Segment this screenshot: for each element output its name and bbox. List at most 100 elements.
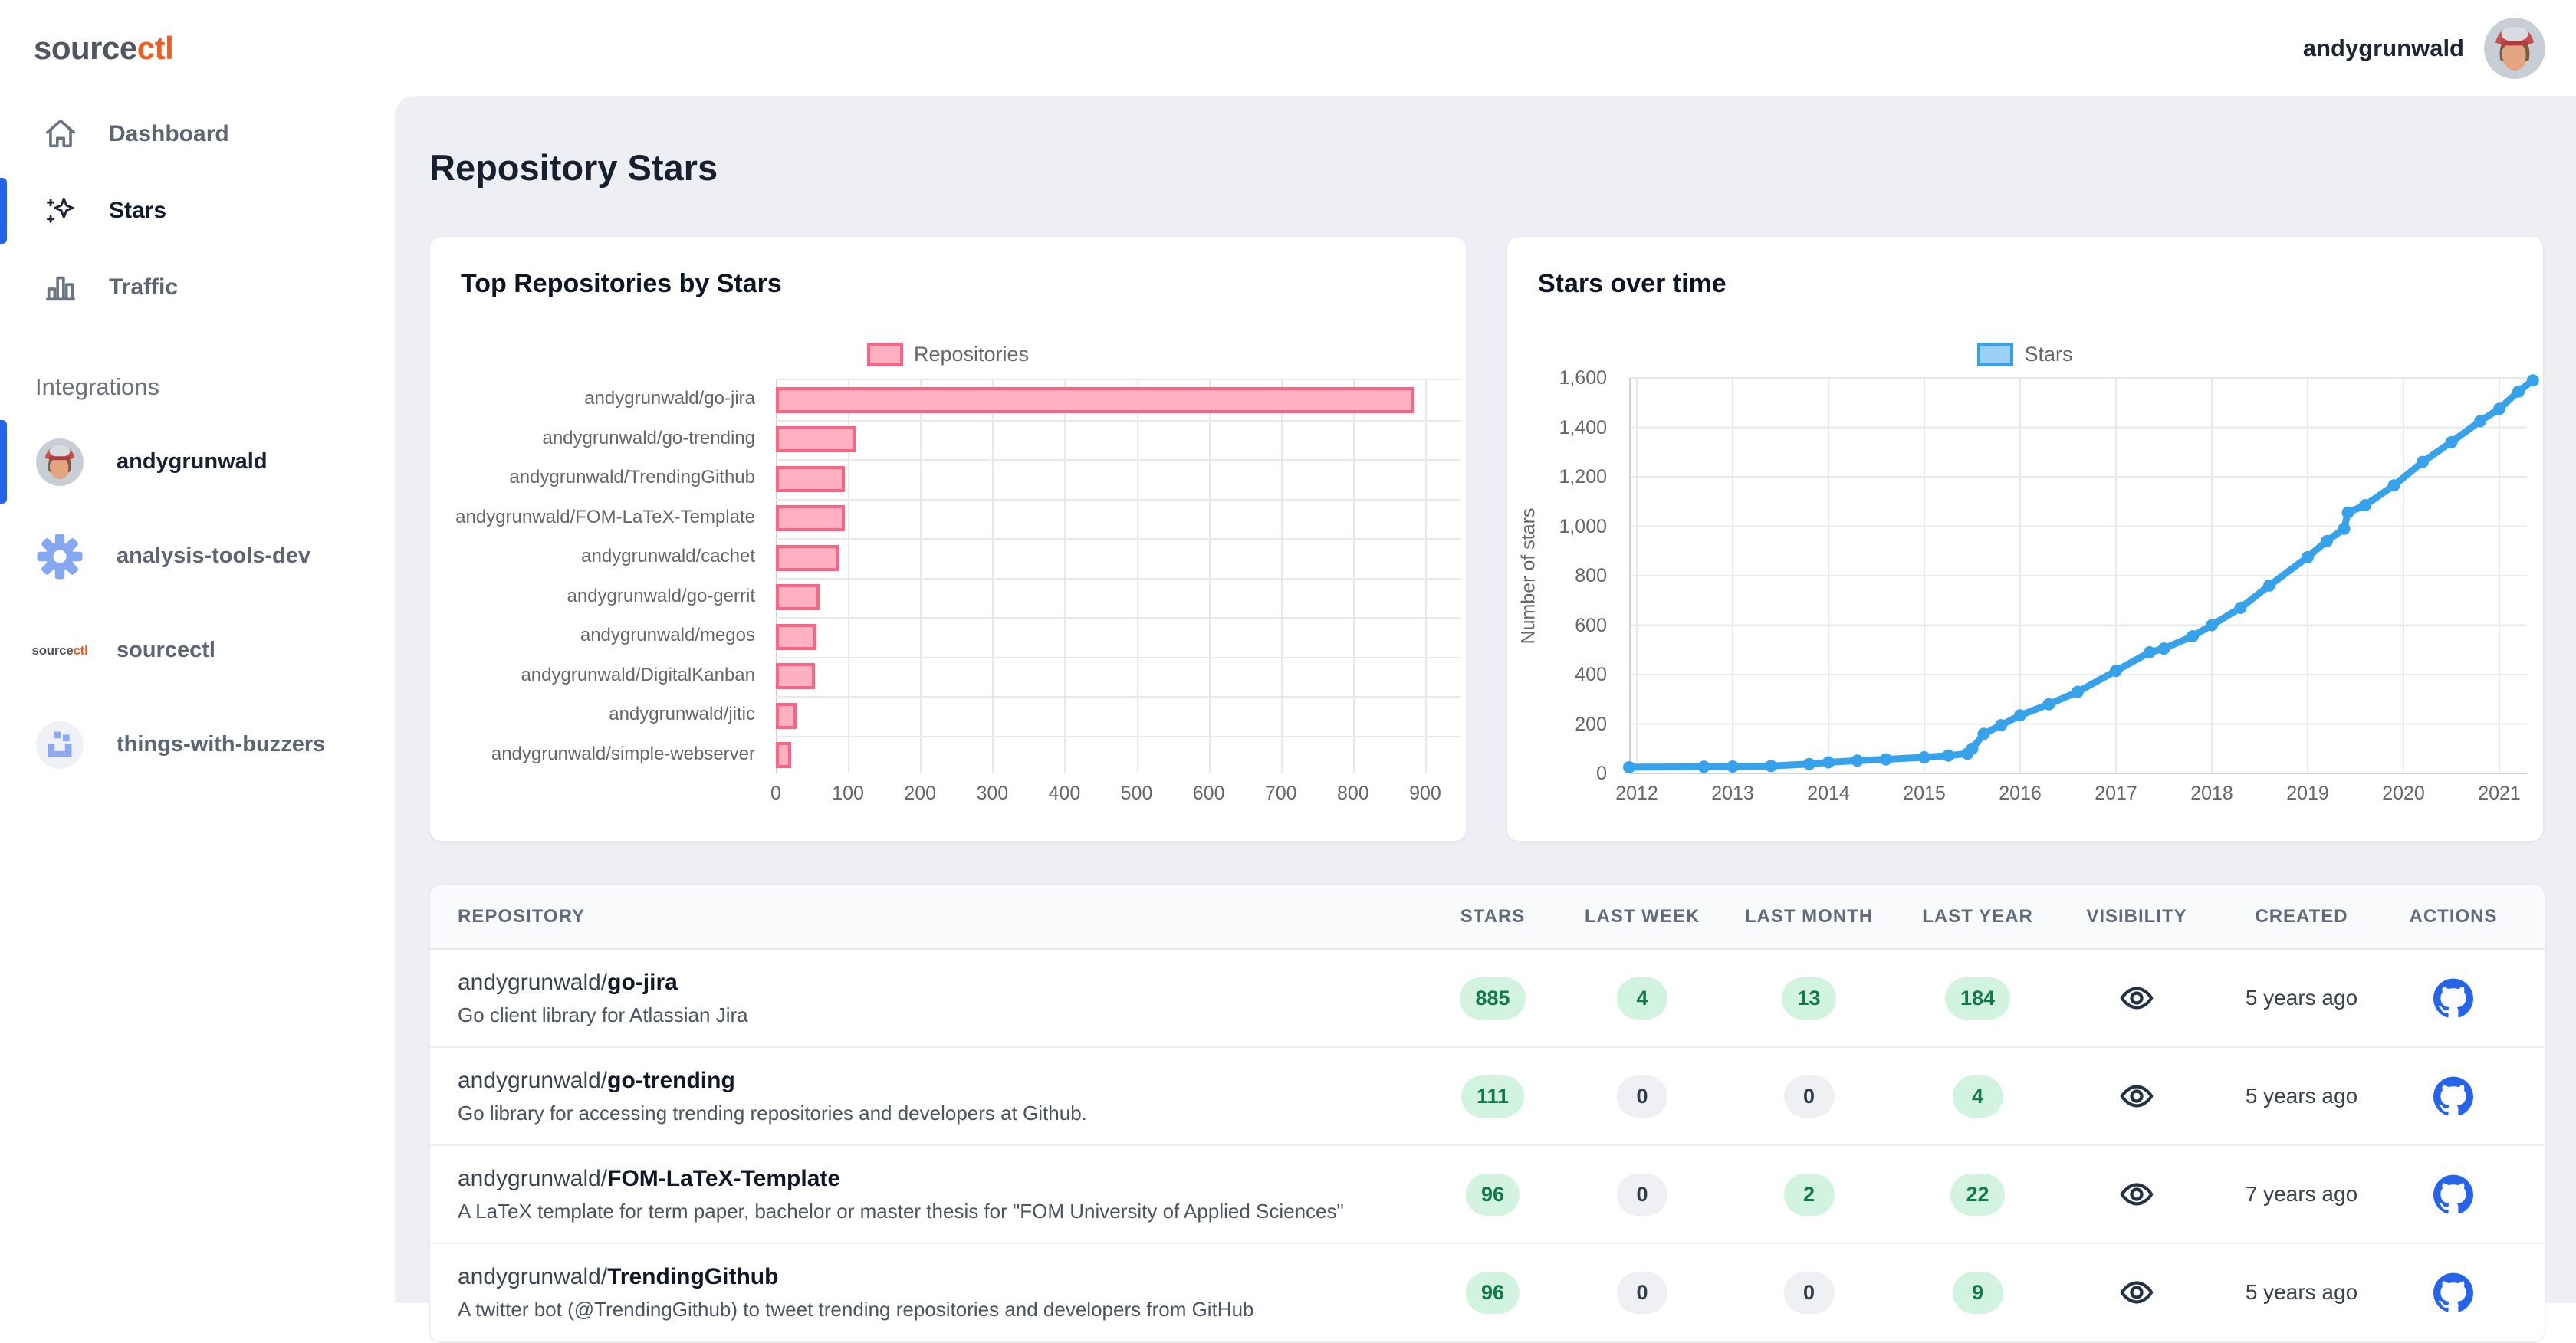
brand-text-primary: source (34, 30, 137, 66)
bar-go-jira[interactable] (776, 387, 1414, 413)
integration-item-andygrunwald[interactable]: andygrunwald (0, 415, 395, 509)
bar-jitic[interactable] (776, 703, 797, 729)
avatar-photo-icon (35, 438, 84, 487)
bar-megos[interactable] (776, 624, 816, 650)
github-icon[interactable] (2433, 978, 2473, 1018)
table-row: andygrunwald/go-jira Go client library f… (430, 950, 2545, 1048)
brand-logo[interactable]: sourcectl (34, 30, 173, 67)
bar-go-gerrit[interactable] (776, 584, 820, 610)
sidebar-item-traffic[interactable]: Traffic (0, 249, 395, 326)
bar-category-label: andygrunwald/go-trending (430, 419, 766, 458)
github-icon[interactable] (2433, 1272, 2473, 1312)
x-tick-label: 2014 (1807, 783, 1850, 805)
last-year-cell: 184 (1895, 977, 2060, 1020)
data-point (2235, 602, 2247, 614)
column-header-stars: STARS (1424, 906, 1562, 928)
data-point (2072, 686, 2084, 698)
x-tick-label: 2012 (1615, 783, 1658, 805)
last-month-cell: 0 (1723, 1272, 1895, 1314)
integration-item-sourcectl[interactable]: sourcectl sourcectl (0, 603, 395, 698)
x-tick-label: 600 (1193, 783, 1225, 805)
last-week-cell: 0 (1562, 1075, 1723, 1118)
gridline (1425, 380, 1427, 773)
legend-label: Stars (2024, 343, 2072, 366)
bar-category-label: andygrunwald/FOM-LaTeX-Template (430, 497, 766, 537)
gridline (776, 657, 1461, 658)
sidebar-item-label: Stars (109, 198, 166, 224)
legend-item-stars[interactable]: Stars (1977, 343, 2072, 366)
bar-category-label: andygrunwald/DigitalKanban (430, 655, 766, 695)
data-point (1822, 756, 1835, 768)
data-point (1803, 758, 1815, 770)
bar-TrendingGithub[interactable] (776, 466, 845, 492)
x-tick-label: 300 (976, 783, 1008, 805)
repository-description: Go library for accessing trending reposi… (458, 1102, 1424, 1125)
eye-icon (2119, 1275, 2154, 1310)
stars-cell: 111 (1424, 1075, 1562, 1118)
legend-item-repositories[interactable]: Repositories (867, 343, 1029, 366)
data-point (2263, 580, 2275, 592)
bar-DigitalKanban[interactable] (776, 663, 815, 689)
last-week-cell: 0 (1562, 1272, 1723, 1314)
data-point (2512, 386, 2525, 398)
integration-item-things-with-buzzers[interactable]: things-with-buzzers (0, 698, 395, 792)
created-cell: 5 years ago (2213, 1084, 2390, 1108)
line-chart-card: Stars over time Stars Number of stars 02… (1506, 236, 2544, 842)
last-week-cell: 4 (1562, 977, 1723, 1020)
sidebar-item-dashboard[interactable]: Dashboard (0, 96, 395, 172)
line-plot-area[interactable] (1630, 378, 2527, 773)
count-badge: 96 (1466, 1174, 1520, 1216)
integration-label: sourcectl (117, 638, 215, 663)
line-chart-legend: Stars (1507, 343, 2543, 366)
y-tick-label: 800 (1507, 565, 1619, 587)
sidebar-item-label: Dashboard (109, 121, 229, 147)
bar-go-trending[interactable] (776, 426, 856, 452)
bar-category-labels: andygrunwald/go-jiraandygrunwald/go-tren… (430, 379, 766, 773)
brand-text-accent: ctl (137, 30, 174, 66)
data-point (2206, 619, 2218, 632)
github-icon[interactable] (2433, 1076, 2473, 1116)
bar-cachet[interactable] (776, 545, 839, 571)
column-header-last-week: LAST WEEK (1562, 906, 1723, 928)
column-header-last-year: LAST YEAR (1895, 906, 2060, 928)
bar-plot-area[interactable] (776, 379, 1461, 773)
gridline (1064, 380, 1066, 773)
data-point (2110, 665, 2122, 677)
table-row: andygrunwald/TrendingGithub A twitter bo… (430, 1244, 2545, 1342)
count-badge: 22 (1950, 1174, 2004, 1216)
x-tick-label: 2013 (1711, 783, 1754, 805)
visibility-cell (2060, 1275, 2213, 1310)
data-point (2359, 499, 2371, 511)
bar-FOM-LaTeX-Template[interactable] (776, 505, 845, 531)
integration-label: things-with-buzzers (117, 732, 325, 757)
bar-simple-webserver[interactable] (776, 742, 791, 768)
repository-cell: andygrunwald/FOM-LaTeX-Template A LaTeX … (458, 1166, 1424, 1223)
sparkles-icon (43, 193, 78, 228)
x-tick-label: 200 (904, 783, 936, 805)
integrations-heading: Integrations (35, 373, 395, 401)
data-point (2043, 698, 2055, 711)
legend-swatch (1977, 343, 2013, 366)
bar-category-label: andygrunwald/simple-webserver (430, 734, 766, 774)
data-point (1942, 750, 1954, 762)
home-icon (43, 117, 78, 152)
column-header-actions: ACTIONS (2390, 906, 2517, 928)
github-icon[interactable] (2433, 1174, 2473, 1214)
user-menu[interactable]: andygrunwald (2303, 18, 2545, 79)
repository-description: Go client library for Atlassian Jira (458, 1003, 1424, 1027)
count-badge: 0 (1617, 1075, 1668, 1118)
count-badge: 9 (1953, 1272, 2003, 1314)
data-point (1727, 760, 1739, 773)
card-title: Stars over time (1538, 269, 1727, 299)
active-indicator (0, 420, 7, 504)
integration-item-analysis-tools-dev[interactable]: analysis-tools-dev (0, 509, 395, 603)
data-point (2158, 642, 2170, 655)
stars-cell: 96 (1424, 1174, 1562, 1216)
repository-cell: andygrunwald/go-trending Go library for … (458, 1068, 1424, 1125)
card-title: Top Repositories by Stars (461, 269, 782, 299)
last-month-cell: 13 (1723, 977, 1895, 1020)
sidebar-item-stars[interactable]: Stars (0, 172, 395, 249)
count-badge: 4 (1953, 1075, 2003, 1118)
gridline (1209, 380, 1211, 773)
gridline (992, 380, 994, 773)
